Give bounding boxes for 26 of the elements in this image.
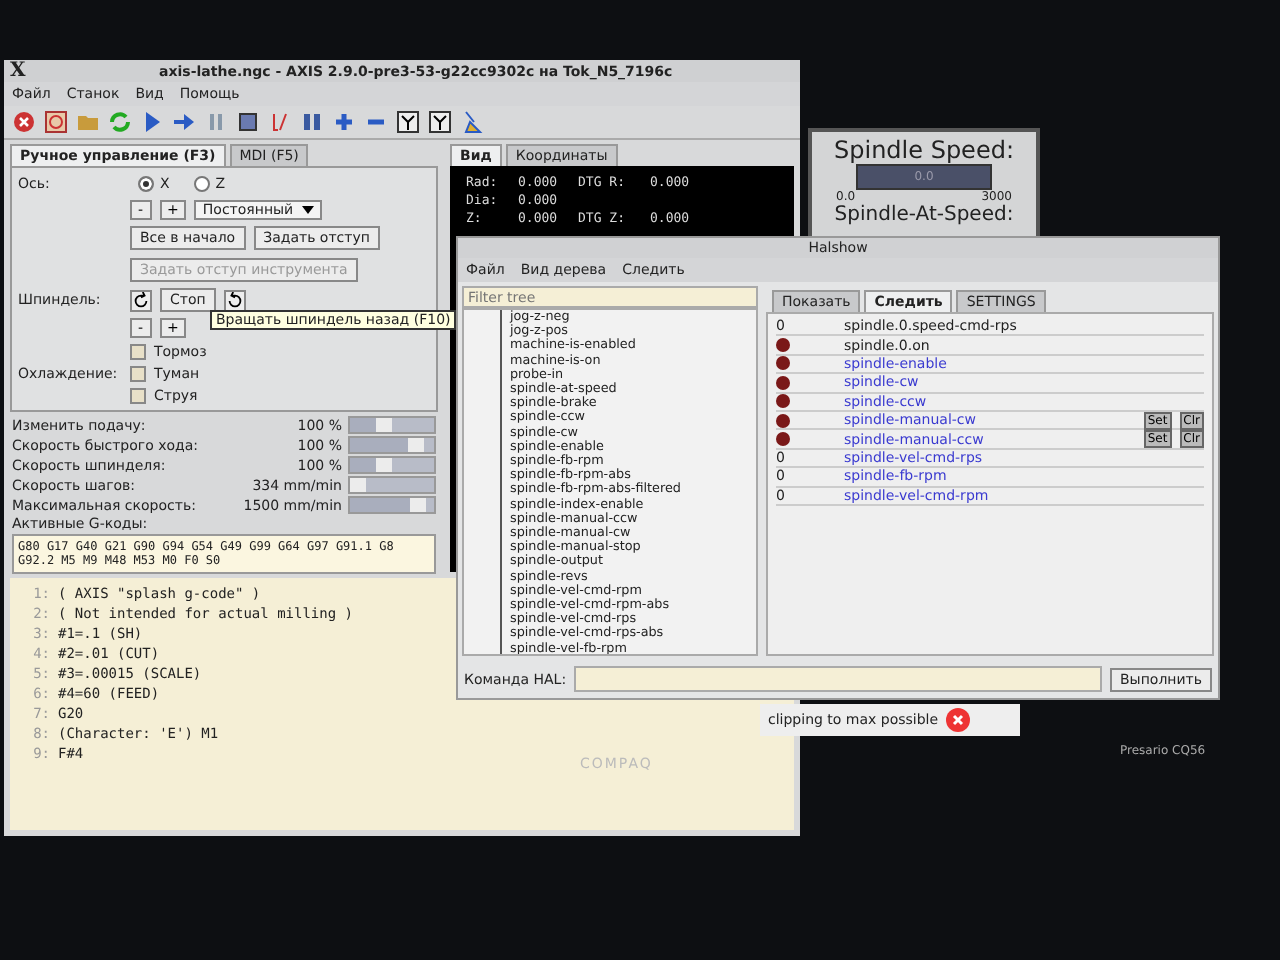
spindle-speed-title: Spindle Speed: bbox=[834, 136, 1014, 164]
slider-fill[interactable] bbox=[350, 438, 424, 452]
slider-fill[interactable] bbox=[350, 478, 367, 492]
radio-button[interactable] bbox=[193, 176, 210, 192]
slider-fill[interactable] bbox=[350, 458, 392, 472]
checkbox[interactable] bbox=[130, 344, 146, 360]
slider-fill[interactable] bbox=[350, 498, 426, 512]
plus-icon[interactable] bbox=[332, 110, 356, 134]
caret-icon bbox=[301, 206, 314, 214]
bars-icon[interactable] bbox=[300, 110, 324, 134]
slider-fill[interactable] bbox=[350, 418, 392, 432]
play-icon[interactable] bbox=[140, 110, 164, 134]
command-field[interactable] bbox=[574, 666, 1102, 692]
checkbox[interactable] bbox=[130, 388, 146, 404]
x-logo: X bbox=[10, 60, 26, 82]
square-icon[interactable] bbox=[236, 110, 260, 134]
stop-sign-icon[interactable] bbox=[12, 110, 36, 134]
slash-icon[interactable] bbox=[268, 110, 292, 134]
y-view-icon[interactable] bbox=[396, 110, 420, 134]
error-icon bbox=[946, 708, 971, 732]
checkbox[interactable] bbox=[130, 366, 146, 382]
power-icon[interactable] bbox=[44, 110, 68, 134]
arrow-icon[interactable] bbox=[172, 110, 196, 134]
radio-button[interactable] bbox=[138, 176, 154, 192]
spindle-at-speed-title: Spindle-At-Speed: bbox=[834, 204, 1014, 226]
y-view-icon[interactable] bbox=[428, 110, 452, 134]
